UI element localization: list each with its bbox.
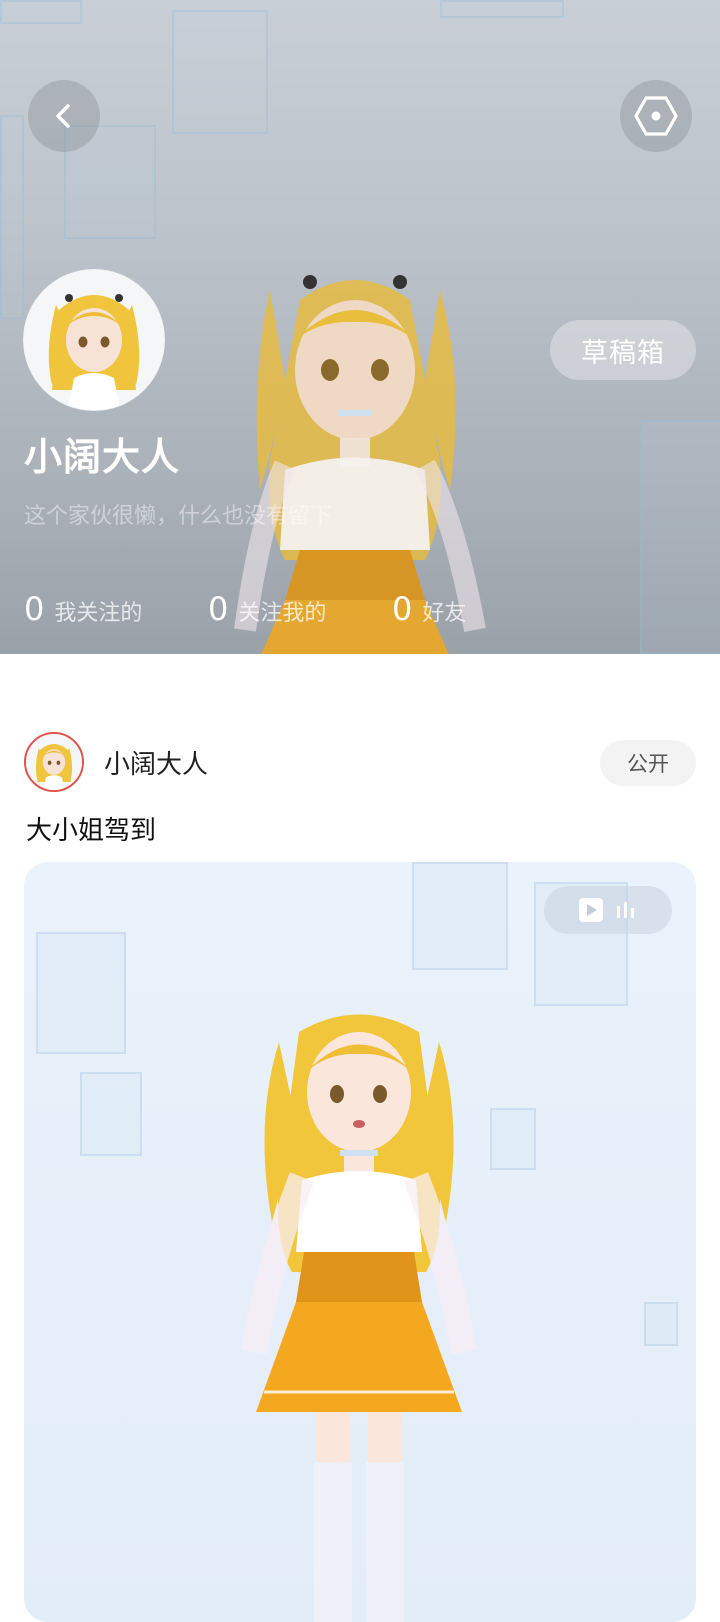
stat-friends[interactable]: 0 好友 (392, 590, 576, 628)
visibility-badge[interactable]: 公开 (600, 740, 696, 786)
profile-bio: 这个家伙很懒，什么也没有留下 (24, 504, 333, 529)
stat-label: 我关注的 (54, 601, 143, 626)
background-decoration (640, 420, 720, 654)
background-decoration (440, 0, 564, 18)
post-author-name[interactable]: 小阔大人 (104, 744, 208, 781)
profile-stats: 0 我关注的 0 关注我的 0 好友 (24, 590, 576, 628)
settings-button[interactable] (620, 80, 692, 152)
audio-bars-icon (617, 902, 634, 918)
avatar-image (24, 270, 164, 410)
post-header: 小阔大人 公开 (24, 732, 696, 792)
profile-header: 草稿箱 小阔大人 这个家伙很懒，什么也没有留下 0 我关注的 0 关注我的 0 … (0, 0, 720, 654)
media-type-indicator (544, 886, 672, 934)
stat-count: 0 (208, 590, 229, 628)
post-author-avatar[interactable] (24, 732, 84, 792)
video-play-icon (579, 898, 603, 922)
stat-followers[interactable]: 0 关注我的 (208, 590, 392, 628)
avatar-image (26, 734, 82, 790)
stat-following[interactable]: 0 我关注的 (24, 590, 208, 628)
chevron-left-icon (56, 104, 70, 128)
drafts-button[interactable]: 草稿箱 (550, 320, 696, 380)
stat-count: 0 (392, 590, 413, 628)
post-media[interactable] (24, 862, 696, 1622)
background-decoration (0, 0, 82, 24)
back-button[interactable] (28, 80, 100, 152)
background-decoration (36, 932, 126, 1054)
character-illustration (241, 1014, 477, 1622)
background-decoration (412, 862, 508, 970)
profile-username: 小阔大人 (24, 435, 181, 479)
background-decoration (80, 1072, 142, 1156)
stat-label: 关注我的 (238, 601, 327, 626)
stat-label: 好友 (422, 601, 467, 626)
post-text: 大小姐驾到 (26, 816, 157, 846)
stat-count: 0 (24, 590, 45, 628)
profile-avatar[interactable] (24, 270, 164, 410)
background-decoration (172, 10, 268, 134)
background-decoration (0, 115, 24, 319)
hexagon-settings-icon (634, 96, 678, 136)
background-decoration (644, 1302, 678, 1346)
